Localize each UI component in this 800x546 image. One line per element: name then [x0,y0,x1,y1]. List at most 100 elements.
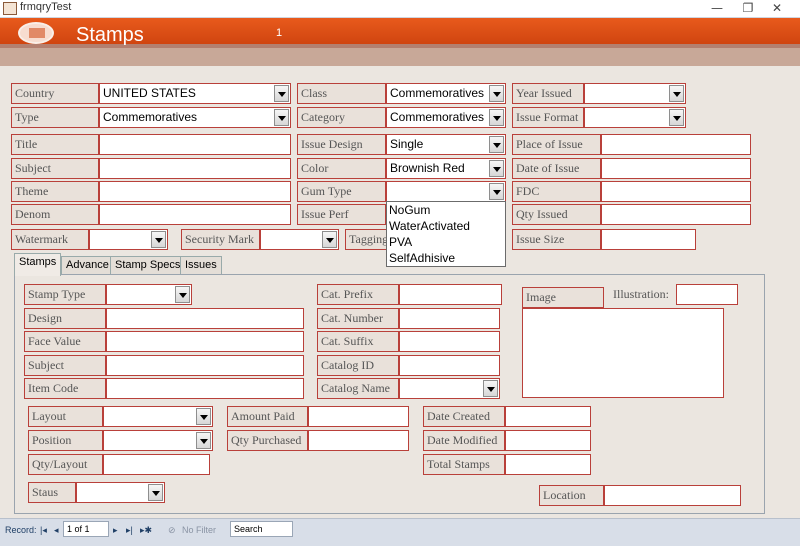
cat-number-field[interactable] [399,308,500,329]
header-band [0,48,800,66]
gum-type-label: Gum Type [297,181,386,202]
search-field[interactable]: Search [230,521,293,537]
minimize-button[interactable]: — [706,0,728,16]
close-button[interactable]: ✕ [766,0,788,16]
date-created-field[interactable] [505,406,591,427]
tab-advance[interactable]: Advance [61,256,114,275]
cat-number-label: Cat. Number [317,308,399,329]
gum-type-dropdown-list[interactable]: NoGum WaterActivated PVA SelfAdhisive [386,201,506,267]
item-code-field[interactable] [106,378,304,399]
last-record-icon[interactable]: ▸| [126,523,133,537]
chevron-down-icon[interactable] [483,380,498,397]
chevron-down-icon[interactable] [489,183,504,200]
cat-suffix-field[interactable] [399,331,500,352]
subject-label-tab: Subject [24,355,106,376]
subject-field[interactable] [99,158,291,179]
design-field[interactable] [106,308,304,329]
tab-issues[interactable]: Issues [180,256,222,275]
date-modified-field[interactable] [505,430,591,451]
watermark-combo[interactable] [89,229,168,250]
window-title: frmqryTest [20,1,72,13]
status-label: Staus [28,482,76,503]
issue-format-combo[interactable] [584,107,686,128]
qty-issued-field[interactable] [601,204,751,225]
year-issued-combo[interactable] [584,83,686,104]
gum-option-wateractivated[interactable]: WaterActivated [387,218,505,234]
year-issued-label: Year Issued [512,83,584,104]
qty-purchased-field[interactable] [308,430,409,451]
maximize-button[interactable]: ❐ [737,0,759,16]
subject-field-tab[interactable] [106,355,304,376]
chevron-down-icon[interactable] [489,136,504,153]
first-record-icon[interactable]: |◂ [40,523,47,537]
issue-size-field[interactable] [601,229,696,250]
category-label: Category [297,107,386,128]
layout-combo[interactable] [103,406,213,427]
security-mark-combo[interactable] [260,229,339,250]
total-stamps-field[interactable] [505,454,591,475]
title-field[interactable] [99,134,291,155]
chevron-down-icon[interactable] [489,109,504,126]
issue-design-combo[interactable]: Single [386,134,506,155]
stamp-type-combo[interactable] [106,284,192,305]
issue-format-label: Issue Format [512,107,584,128]
tab-stamp-specs[interactable]: Stamp Specs [110,256,186,275]
class-label: Class [297,83,386,104]
chevron-down-icon[interactable] [196,408,211,425]
class-combo[interactable]: Commemoratives [386,83,506,104]
form-header: Stamps 1 [0,18,800,48]
chevron-down-icon[interactable] [274,109,289,126]
image-box[interactable] [522,308,724,398]
catalog-id-field[interactable] [399,355,500,376]
place-of-issue-field[interactable] [601,134,751,155]
previous-record-icon[interactable]: ◂ [54,523,59,537]
current-record-field[interactable]: 1 of 1 [63,521,109,537]
fdc-field[interactable] [601,181,751,202]
gum-option-pva[interactable]: PVA [387,234,505,250]
chevron-down-icon[interactable] [489,160,504,177]
chevron-down-icon[interactable] [151,231,166,248]
category-combo[interactable]: Commemoratives [386,107,506,128]
filter-button[interactable]: No Filter [182,523,216,537]
chevron-down-icon[interactable] [175,286,190,303]
qty-purchased-label: Qty Purchased [227,430,308,451]
qty-layout-label: Qty/Layout [28,454,103,475]
position-label: Position [28,430,103,451]
illustration-field[interactable] [676,284,738,305]
chevron-down-icon[interactable] [274,85,289,102]
amount-paid-field[interactable] [308,406,409,427]
qty-layout-field[interactable] [103,454,210,475]
chevron-down-icon[interactable] [669,109,684,126]
qty-issued-label: Qty Issued [512,204,601,225]
new-record-icon[interactable]: ▸✱ [140,523,152,537]
type-combo[interactable]: Commemoratives [99,107,291,128]
position-combo[interactable] [103,430,213,451]
tab-stamps[interactable]: Stamps [14,253,62,276]
page-number: 1 [276,27,283,39]
denom-label: Denom [11,204,99,225]
chevron-down-icon[interactable] [669,85,684,102]
next-record-icon[interactable]: ▸ [113,523,118,537]
gum-type-combo[interactable] [386,181,506,202]
tagging-label: Tagging [345,229,387,250]
filter-icon[interactable]: ⊘ [168,523,176,537]
theme-field[interactable] [99,181,291,202]
status-combo[interactable] [76,482,165,503]
cat-prefix-field[interactable] [399,284,502,305]
chevron-down-icon[interactable] [489,85,504,102]
face-value-field[interactable] [106,331,304,352]
country-combo[interactable]: UNITED STATES [99,83,291,104]
location-field[interactable] [604,485,741,506]
location-label: Location [539,485,604,506]
gum-option-selfadhisive[interactable]: SelfAdhisive [387,250,505,266]
chevron-down-icon[interactable] [196,432,211,449]
chevron-down-icon[interactable] [322,231,337,248]
country-value: UNITED STATES [103,86,196,100]
denom-field[interactable] [99,204,291,225]
chevron-down-icon[interactable] [148,484,163,501]
design-label: Design [24,308,106,329]
date-of-issue-field[interactable] [601,158,751,179]
color-combo[interactable]: Brownish Red [386,158,506,179]
gum-option-nogum[interactable]: NoGum [387,202,505,218]
catalog-name-combo[interactable] [399,378,500,399]
